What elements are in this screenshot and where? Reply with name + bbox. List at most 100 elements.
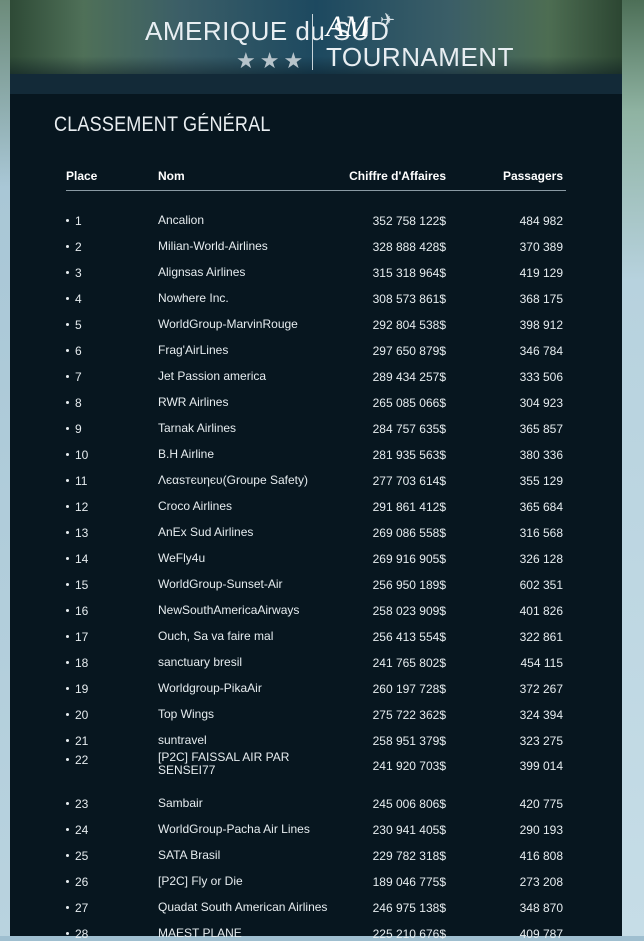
row-place-value: 2 <box>75 240 82 254</box>
row-place-value: 10 <box>75 448 89 462</box>
bullet-icon <box>66 906 69 909</box>
row-revenue: 352 758 122$ <box>372 214 446 228</box>
row-passengers: 365 857 <box>519 422 563 436</box>
bullet-icon <box>66 323 69 326</box>
banner-band <box>10 74 622 94</box>
bullet-icon <box>66 854 69 857</box>
row-revenue: 256 950 189$ <box>372 578 446 592</box>
row-place-value: 9 <box>75 422 82 436</box>
row-passengers: 324 394 <box>519 708 563 722</box>
row-revenue: 246 975 138$ <box>372 901 446 915</box>
row-passengers: 368 175 <box>519 292 563 306</box>
row-place-value: 7 <box>75 370 82 384</box>
row-place: 23 <box>66 797 88 811</box>
row-revenue: 315 318 964$ <box>372 266 446 280</box>
bullet-icon <box>66 505 69 508</box>
column-header-name: Nom <box>158 169 185 183</box>
row-place-value: 21 <box>75 734 89 748</box>
row-revenue: 269 916 905$ <box>372 552 446 566</box>
bullet-icon <box>66 531 69 534</box>
row-passengers: 380 336 <box>519 448 563 462</box>
row-place: 20 <box>66 708 88 722</box>
row-passengers: 355 129 <box>519 474 563 488</box>
row-revenue: 297 650 879$ <box>372 344 446 358</box>
row-place: 28 <box>66 927 88 941</box>
row-revenue: 241 920 703$ <box>372 759 446 773</box>
bullet-icon <box>66 802 69 805</box>
row-revenue: 269 086 558$ <box>372 526 446 540</box>
row-revenue: 258 023 909$ <box>372 604 446 618</box>
table-header: Place Nom Chiffre d'Affaires Passagers <box>66 169 566 191</box>
row-place: 25 <box>66 849 88 863</box>
row-place-value: 12 <box>75 500 89 514</box>
row-place-value: 5 <box>75 318 82 332</box>
row-revenue: 281 935 563$ <box>372 448 446 462</box>
row-revenue: 230 941 405$ <box>372 823 446 837</box>
bullet-icon <box>66 219 69 222</box>
column-header-passengers: Passagers <box>502 169 563 183</box>
bullet-icon <box>66 375 69 378</box>
row-passengers: 323 275 <box>519 734 563 748</box>
row-revenue: 265 085 066$ <box>372 396 446 410</box>
row-passengers: 290 193 <box>519 823 563 837</box>
row-place-value: 23 <box>75 797 89 811</box>
row-place-value: 27 <box>75 901 89 915</box>
row-passengers: 399 014 <box>519 759 563 773</box>
row-place: 24 <box>66 823 88 837</box>
row-place-value: 19 <box>75 682 89 696</box>
row-place: 26 <box>66 875 88 889</box>
background-right <box>622 0 644 936</box>
row-place: 4 <box>66 292 82 306</box>
plane-icon: ✈ <box>380 10 396 30</box>
am-logo: AM <box>326 10 370 43</box>
background-left <box>0 0 10 936</box>
row-passengers: 398 912 <box>519 318 563 332</box>
bullet-icon <box>66 609 69 612</box>
row-place-value: 13 <box>75 526 89 540</box>
row-revenue: 241 765 802$ <box>372 656 446 670</box>
bullet-icon <box>66 583 69 586</box>
row-revenue: 256 413 554$ <box>372 630 446 644</box>
row-place-value: 18 <box>75 656 89 670</box>
bullet-icon <box>66 739 69 742</box>
row-place: 1 <box>66 214 82 228</box>
bullet-icon <box>66 349 69 352</box>
row-place: 9 <box>66 422 82 436</box>
row-place-value: 17 <box>75 630 89 644</box>
row-place-value: 4 <box>75 292 82 306</box>
row-revenue: 229 782 318$ <box>372 849 446 863</box>
row-passengers: 365 684 <box>519 500 563 514</box>
bullet-icon <box>66 245 69 248</box>
row-place: 12 <box>66 500 88 514</box>
row-place: 2 <box>66 240 82 254</box>
row-place: 10 <box>66 448 88 462</box>
row-place-value: 1 <box>75 214 82 228</box>
row-place: 22 <box>66 753 88 767</box>
row-passengers: 372 267 <box>519 682 563 696</box>
bullet-icon <box>66 271 69 274</box>
row-place-value: 11 <box>75 474 88 488</box>
row-place-value: 14 <box>75 552 89 566</box>
column-header-revenue: Chiffre d'Affaires <box>349 169 446 183</box>
banner-subtitle: TOURNAMENT <box>326 42 514 72</box>
row-place: 19 <box>66 682 88 696</box>
bullet-icon <box>66 557 69 560</box>
row-revenue: 258 951 379$ <box>372 734 446 748</box>
row-passengers: 416 808 <box>519 849 563 863</box>
row-place: 14 <box>66 552 88 566</box>
row-place-value: 28 <box>75 927 89 941</box>
row-place: 11 <box>66 474 87 488</box>
bullet-icon <box>66 479 69 482</box>
row-place-value: 26 <box>75 875 89 889</box>
row-place-value: 8 <box>75 396 82 410</box>
row-passengers: 333 506 <box>519 370 563 384</box>
row-revenue: 275 722 362$ <box>372 708 446 722</box>
row-passengers: 304 923 <box>519 396 563 410</box>
row-place: 21 <box>66 734 88 748</box>
bullet-icon <box>66 635 69 638</box>
row-passengers: 370 389 <box>519 240 563 254</box>
row-revenue: 291 861 412$ <box>372 500 446 514</box>
banner-divider <box>312 14 313 70</box>
page-title: CLASSEMENT GÉNÉRAL <box>54 113 271 136</box>
row-place: 6 <box>66 344 82 358</box>
